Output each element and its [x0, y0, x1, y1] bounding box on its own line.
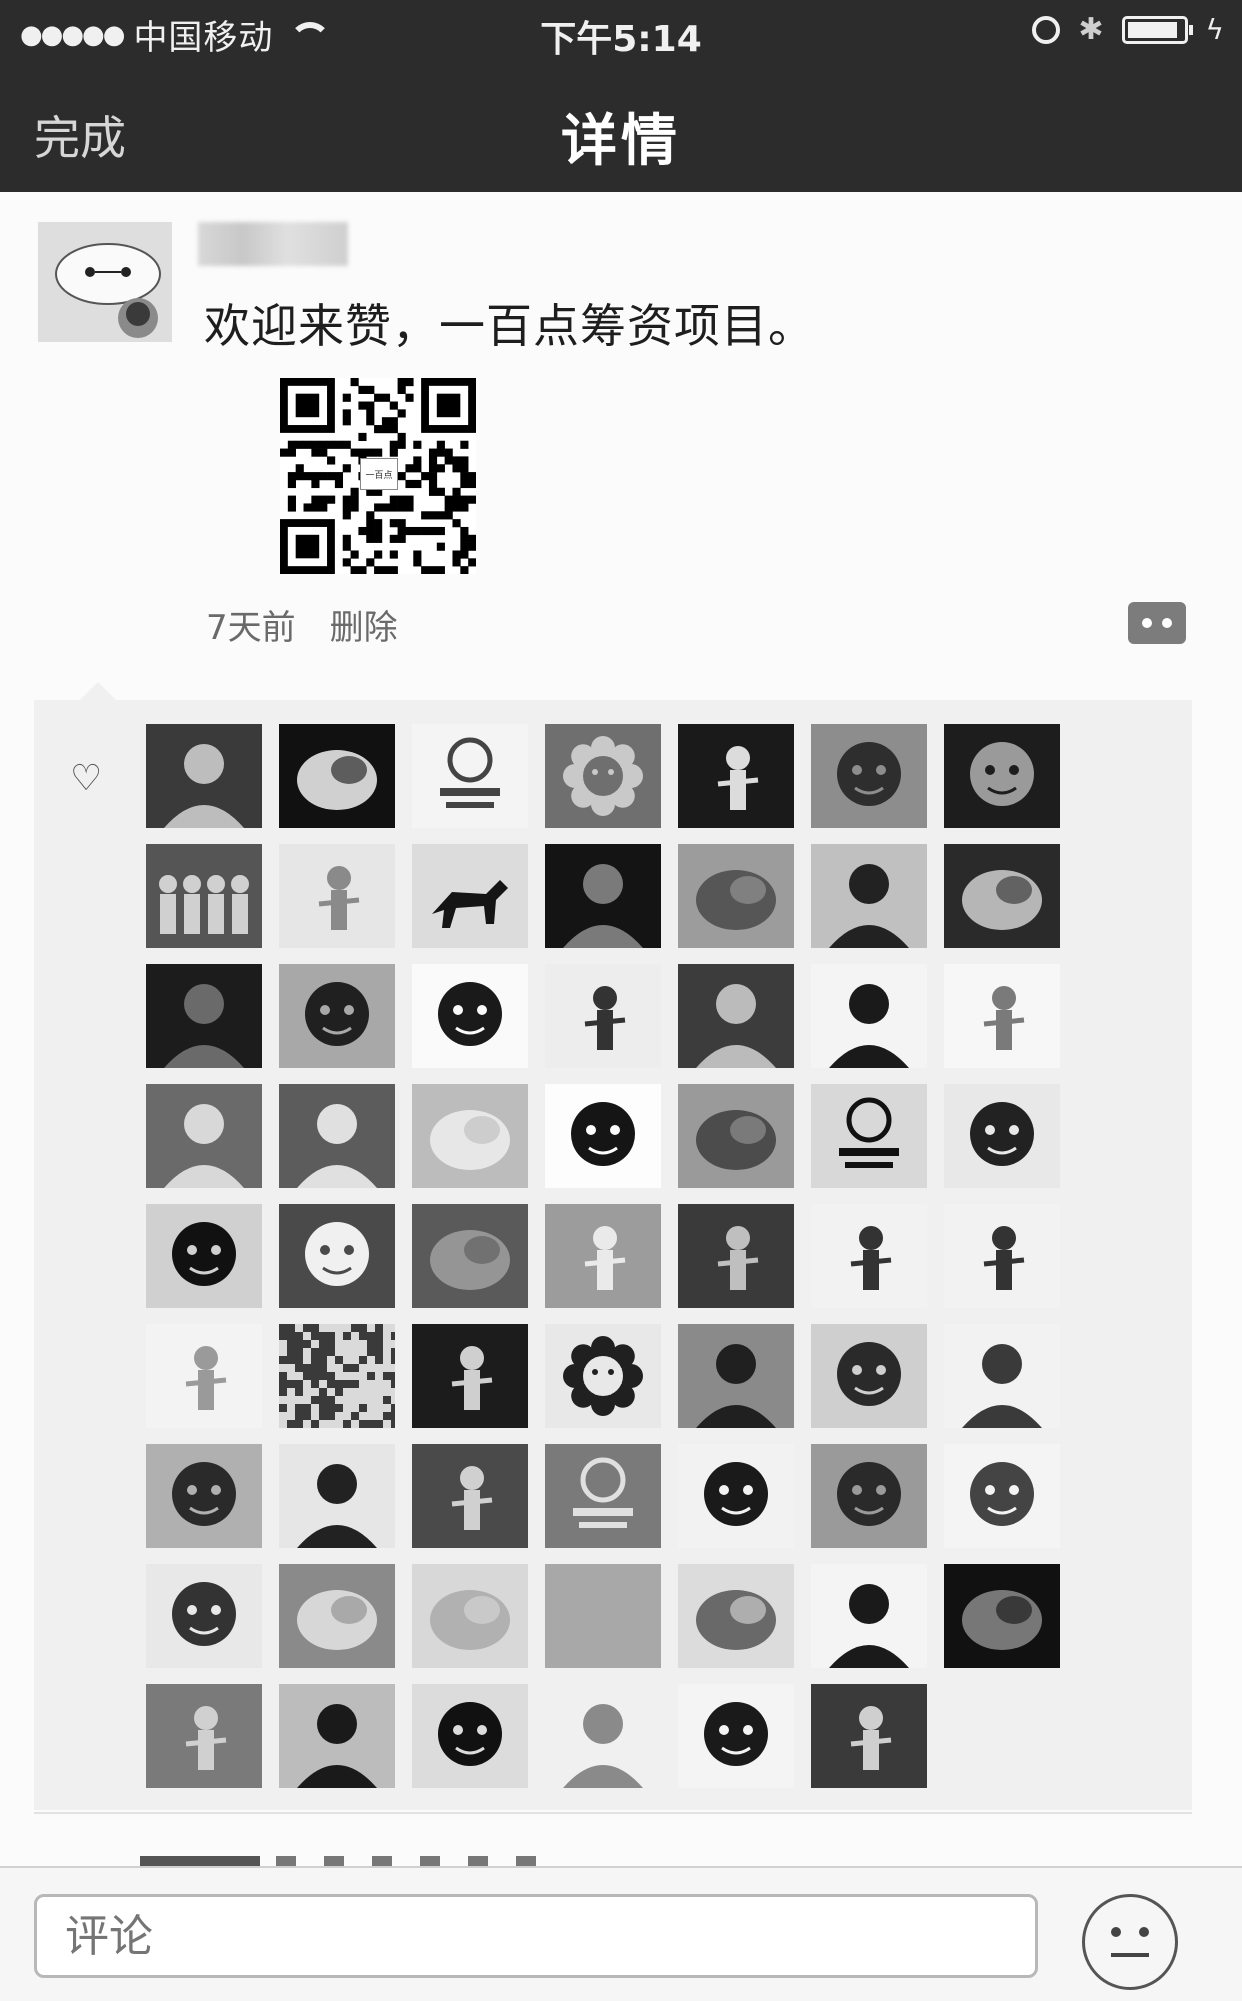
comment-menu-icon[interactable] — [1128, 602, 1186, 644]
liker-avatar[interactable] — [412, 1684, 528, 1788]
avatar[interactable] — [38, 222, 172, 342]
comment-bar — [0, 1866, 1242, 2001]
liker-avatar[interactable] — [678, 1564, 794, 1668]
liker-avatar[interactable] — [279, 964, 395, 1068]
liker-avatar[interactable] — [811, 1204, 927, 1308]
liker-avatar[interactable] — [412, 1564, 528, 1668]
liker-avatar[interactable] — [944, 964, 1060, 1068]
liker-avatar[interactable] — [545, 964, 661, 1068]
liker-avatar[interactable] — [412, 1324, 528, 1428]
liker-avatar[interactable] — [545, 1564, 661, 1668]
liker-avatar[interactable] — [146, 1204, 262, 1308]
post-text: 欢迎来赞，一百点筹资项目。 — [204, 299, 815, 353]
liker-avatar[interactable] — [146, 1324, 262, 1428]
bluetooth-icon: ✱ — [1078, 12, 1104, 47]
liker-avatar[interactable] — [811, 1564, 927, 1668]
next-post-text-peek — [276, 1856, 556, 1866]
liker-avatar[interactable] — [279, 844, 395, 948]
liker-avatar[interactable] — [678, 1084, 794, 1188]
liker-avatar[interactable] — [146, 1564, 262, 1668]
battery-icon — [1121, 15, 1193, 44]
emoji-mouth — [1111, 1953, 1149, 1957]
likes-panel: ♡ — [34, 682, 1192, 1810]
liker-avatar[interactable] — [412, 1444, 528, 1548]
liker-avatar[interactable] — [412, 964, 528, 1068]
liker-avatar[interactable] — [545, 724, 661, 828]
liker-avatar[interactable] — [678, 724, 794, 828]
page-title: 详情 — [561, 109, 681, 174]
liker-avatar[interactable] — [412, 844, 528, 948]
post-time: 7天前 — [206, 608, 296, 648]
liker-avatar[interactable] — [545, 844, 661, 948]
liker-avatar[interactable] — [545, 1084, 661, 1188]
heart-icon: ♡ — [70, 758, 103, 799]
liker-avatar[interactable] — [678, 1324, 794, 1428]
charging-icon: ϟ — [1205, 13, 1224, 46]
liker-avatar[interactable] — [811, 964, 927, 1068]
liker-avatar[interactable] — [678, 844, 794, 948]
liker-avatar[interactable] — [279, 1084, 395, 1188]
divider — [34, 1812, 1192, 1814]
liker-avatar[interactable] — [146, 844, 262, 948]
liker-avatar[interactable] — [811, 1684, 927, 1788]
liker-avatar[interactable] — [146, 1444, 262, 1548]
liker-avatar[interactable] — [811, 1084, 927, 1188]
delete-link[interactable]: 删除 — [330, 600, 398, 649]
liker-avatar[interactable] — [944, 1324, 1060, 1428]
liker-avatar[interactable] — [279, 1564, 395, 1668]
liker-avatar[interactable] — [279, 724, 395, 828]
liker-avatar[interactable] — [678, 1204, 794, 1308]
liker-avatar[interactable] — [412, 1204, 528, 1308]
comment-input[interactable] — [34, 1894, 1038, 1978]
liker-avatar[interactable] — [811, 1324, 927, 1428]
liker-avatar[interactable] — [944, 1444, 1060, 1548]
liker-avatar[interactable] — [944, 724, 1060, 828]
liker-avatar[interactable] — [412, 724, 528, 828]
baymax-avatar-icon — [38, 222, 172, 342]
liker-avatar[interactable] — [146, 1084, 262, 1188]
liker-avatar[interactable] — [678, 964, 794, 1068]
liker-avatar[interactable] — [678, 1444, 794, 1548]
liker-avatar[interactable] — [811, 1444, 927, 1548]
post-meta: 7天前 删除 — [206, 600, 398, 649]
liker-avatar[interactable] — [944, 844, 1060, 948]
next-post-avatar-peek — [140, 1856, 260, 1866]
liker-avatar[interactable] — [811, 724, 927, 828]
username-blurred[interactable] — [198, 222, 348, 266]
liker-avatar[interactable] — [279, 1204, 395, 1308]
likes-avatar-grid — [146, 724, 1060, 1788]
liker-avatar[interactable] — [545, 1204, 661, 1308]
liker-avatar[interactable] — [279, 1444, 395, 1548]
liker-avatar[interactable] — [279, 1684, 395, 1788]
liker-avatar[interactable] — [545, 1444, 661, 1548]
status-bar: ●●●●● 中国移动 下午5:14 ✱ ϟ — [0, 0, 1242, 62]
liker-avatar[interactable] — [545, 1324, 661, 1428]
liker-avatar[interactable] — [412, 1084, 528, 1188]
liker-avatar[interactable] — [944, 1564, 1060, 1668]
liker-avatar[interactable] — [944, 1204, 1060, 1308]
liker-avatar[interactable] — [146, 1684, 262, 1788]
qr-center-logo: 一百点 — [360, 458, 398, 490]
liker-avatar[interactable] — [811, 844, 927, 948]
rotation-lock-icon — [1032, 15, 1061, 44]
liker-avatar[interactable] — [944, 1084, 1060, 1188]
liker-avatar[interactable] — [545, 1684, 661, 1788]
nav-bar: 完成 详情 — [0, 62, 1242, 192]
liker-avatar[interactable] — [678, 1684, 794, 1788]
liker-avatar[interactable] — [146, 724, 262, 828]
qr-code-image[interactable]: 一百点 — [280, 378, 477, 575]
liker-avatar[interactable] — [279, 1324, 395, 1428]
emoji-icon[interactable] — [1082, 1894, 1178, 1990]
liker-avatar[interactable] — [146, 964, 262, 1068]
